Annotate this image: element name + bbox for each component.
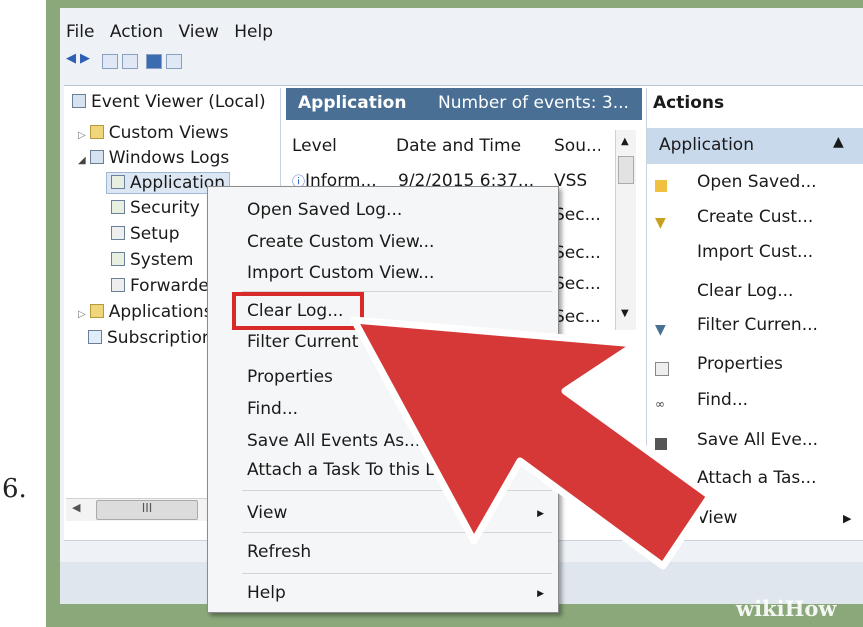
pointer-arrow-icon <box>350 316 714 570</box>
wikihow-watermark: wikiHow <box>736 596 837 621</box>
red-arrow-shape <box>350 316 714 570</box>
